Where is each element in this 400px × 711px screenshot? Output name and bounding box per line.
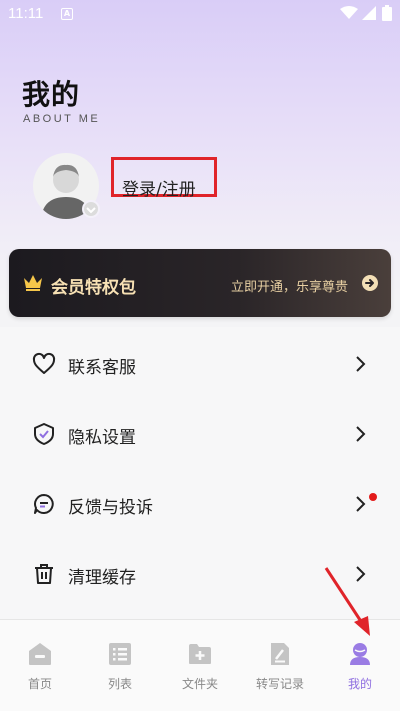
menu-item-label: 反馈与投诉 — [68, 498, 153, 518]
wifi-icon — [340, 6, 358, 19]
notification-icon: A — [61, 8, 73, 20]
tab-label: 我的 — [347, 677, 372, 691]
menu-item-feedback[interactable]: 反馈与投诉 — [0, 469, 400, 539]
chevron-down-icon — [86, 207, 96, 214]
chevron-right-icon — [356, 426, 366, 442]
edit-document-icon — [271, 643, 289, 665]
tab-list[interactable]: 列表 — [80, 620, 160, 700]
crown-icon — [24, 275, 42, 291]
folder-add-icon — [189, 644, 211, 664]
vip-banner[interactable]: 会员特权包 立即开通，乐享尊贵 — [9, 249, 391, 317]
arrow-right-circle-icon — [362, 275, 378, 291]
annotation-arrow — [324, 567, 370, 636]
tab-label: 首页 — [27, 677, 52, 691]
heart-icon — [32, 352, 56, 374]
chevron-right-icon — [356, 356, 366, 372]
login-register-link[interactable]: 登录/注册 — [122, 175, 196, 200]
trash-icon — [35, 564, 53, 584]
vip-cta-text: 立即开通，乐享尊贵 — [231, 280, 349, 295]
tab-label: 列表 — [107, 677, 132, 691]
shield-check-icon — [34, 423, 54, 445]
chat-bubble-icon — [34, 494, 54, 514]
tab-label: 文件夹 — [181, 677, 218, 691]
home-icon — [29, 643, 51, 665]
page-title: 我的 — [22, 78, 81, 111]
tab-label: 转写记录 — [255, 677, 304, 691]
tab-transcription-records[interactable]: 转写记录 — [240, 620, 320, 700]
tab-home[interactable]: 首页 — [0, 620, 80, 700]
signal-icon — [362, 6, 376, 20]
chevron-right-icon — [356, 496, 366, 512]
vip-title: 会员特权包 — [51, 278, 136, 298]
tab-folder[interactable]: 文件夹 — [160, 620, 240, 700]
battery-icon — [382, 5, 392, 21]
menu-item-contact-support[interactable]: 联系客服 — [0, 329, 400, 399]
menu-item-label: 隐私设置 — [68, 428, 136, 448]
list-icon — [109, 643, 131, 665]
page-subtitle: ABOUT ME — [23, 113, 101, 125]
menu-item-label: 清理缓存 — [68, 568, 136, 588]
avatar-dropdown-badge[interactable] — [82, 200, 100, 218]
notification-dot — [369, 493, 377, 501]
user-icon — [350, 643, 370, 665]
status-time: 11:11 — [8, 5, 44, 22]
menu-item-privacy-settings[interactable]: 隐私设置 — [0, 399, 400, 469]
status-bar: 11:11 A — [0, 0, 400, 28]
menu-item-label: 联系客服 — [68, 358, 136, 378]
